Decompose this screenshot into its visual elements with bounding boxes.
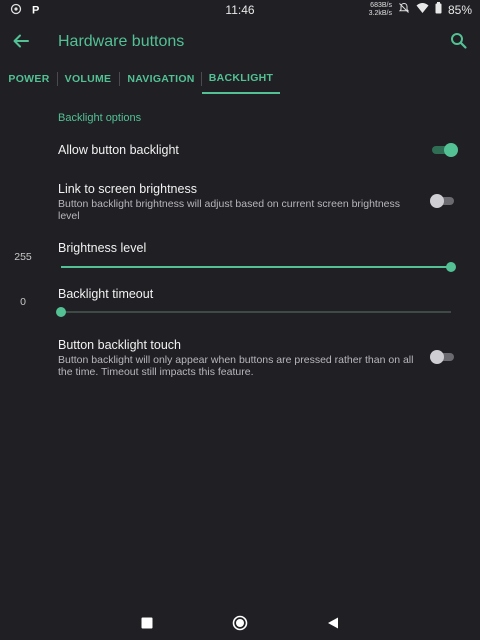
tab-volume[interactable]: VOLUME	[61, 64, 115, 94]
link-brightness-title[interactable]: Link to screen brightness	[58, 182, 197, 196]
net-up-speed: 3.2kB/s	[368, 10, 392, 17]
tab-navigation[interactable]: NAVIGATION	[124, 64, 198, 94]
allow-backlight-title[interactable]: Allow button backlight	[58, 143, 179, 157]
link-brightness-switch[interactable]	[430, 193, 458, 209]
slider-knob[interactable]	[446, 262, 456, 272]
network-speed: 683B/s 3.2kB/s	[369, 2, 392, 18]
tab-backlight[interactable]: BACKLIGHT	[202, 64, 280, 94]
slider-fill	[61, 266, 451, 268]
backlight-touch-summary: Button backlight will only appear when b…	[58, 354, 414, 378]
battery-icon	[435, 1, 442, 19]
recents-icon[interactable]	[140, 616, 154, 630]
switch-thumb	[444, 143, 458, 157]
search-icon[interactable]	[448, 30, 470, 52]
net-down-speed: 683B/s	[370, 2, 392, 9]
allow-backlight-switch[interactable]	[430, 142, 458, 158]
battery-percent: 85%	[447, 3, 472, 17]
notifications-off-icon	[398, 1, 410, 19]
backlight-timeout-value: 0	[20, 296, 26, 308]
tab-power[interactable]: POWER	[4, 64, 54, 94]
back-icon[interactable]	[326, 616, 340, 630]
tab-divider	[119, 72, 120, 86]
tab-divider	[57, 72, 58, 86]
switch-thumb	[430, 194, 444, 208]
page-title: Hardware buttons	[58, 33, 185, 50]
slider-knob[interactable]	[56, 307, 66, 317]
system-nav-bar	[0, 604, 480, 640]
backlight-timeout-slider[interactable]	[56, 306, 451, 318]
brightness-level-value: 255	[14, 251, 32, 263]
link-brightness-summary: Button backlight brightness will adjust …	[58, 198, 401, 222]
brightness-level-title: Brightness level	[58, 241, 147, 255]
arrow-back-icon[interactable]	[10, 30, 32, 52]
switch-thumb	[430, 350, 444, 364]
home-icon[interactable]	[232, 615, 248, 631]
slider-rail	[61, 311, 451, 313]
tab-bar: POWER VOLUME NAVIGATION BACKLIGHT	[0, 64, 480, 94]
brightness-level-slider[interactable]	[61, 261, 456, 273]
status-right: 683B/s 3.2kB/s 85%	[369, 1, 472, 19]
backlight-touch-switch[interactable]	[430, 349, 458, 365]
section-title-backlight-options: Backlight options	[58, 112, 142, 124]
backlight-touch-title[interactable]: Button backlight touch	[58, 338, 181, 352]
backlight-timeout-title: Backlight timeout	[58, 287, 154, 301]
status-bar: P 11:46 683B/s 3.2kB/s 85%	[0, 0, 480, 20]
app-toolbar: Hardware buttons	[0, 20, 480, 64]
wifi-icon	[416, 1, 429, 19]
